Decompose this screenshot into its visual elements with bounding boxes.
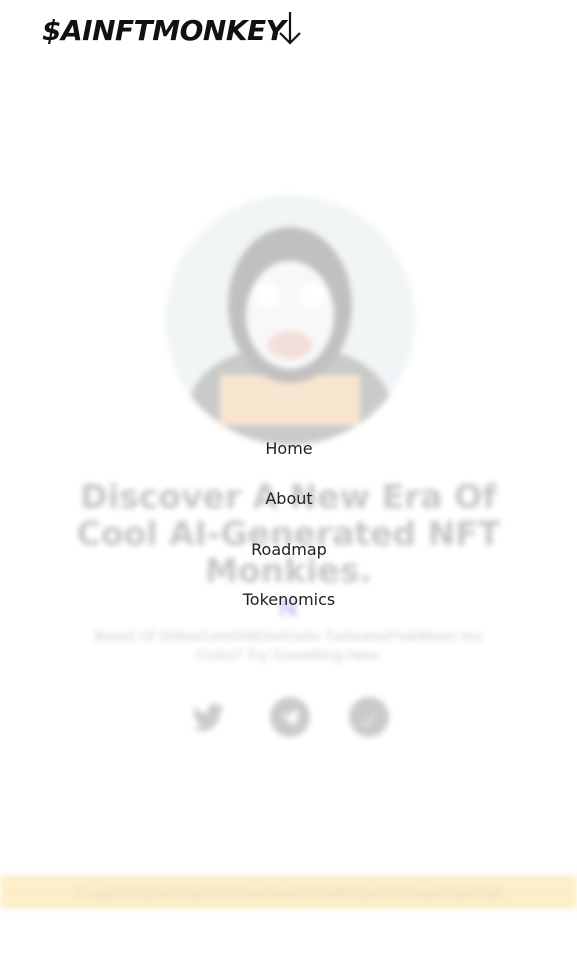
menu-toggle-button[interactable] bbox=[276, 10, 304, 46]
page-content-blurred: Discover A New Era Of Cool AI-Generated … bbox=[0, 70, 577, 971]
nav-item-about[interactable]: About bbox=[188, 489, 390, 508]
site-logo[interactable]: $AINFTMONKEY bbox=[42, 14, 286, 47]
monkey-avatar bbox=[165, 195, 415, 445]
nav-item-roadmap[interactable]: Roadmap bbox=[188, 540, 390, 559]
dex-icon bbox=[361, 709, 377, 727]
hero-subtitle: Bored Of ShibaCumGMElonKishu TurboAssFlo… bbox=[94, 628, 483, 664]
arrow-down-icon bbox=[279, 12, 301, 45]
twitter-icon bbox=[192, 703, 224, 731]
dex-link[interactable] bbox=[349, 697, 389, 737]
site-header: $AINFTMONKEY bbox=[0, 0, 577, 70]
nav-item-tokenomics[interactable]: Tokenomics bbox=[188, 590, 390, 609]
contract-address-bar[interactable]: CLugUb2GDj3oK8hpU8Jh3DwnCenterTPqUB2QwrT… bbox=[0, 875, 577, 909]
twitter-link[interactable] bbox=[188, 697, 228, 737]
nav-item-home[interactable]: Home bbox=[188, 439, 390, 458]
telegram-icon bbox=[280, 709, 299, 726]
telegram-link[interactable] bbox=[270, 697, 310, 737]
contract-address: CLugUb2GDj3oK8hpU8Jh3DwnCenterTPqUB2QwrT… bbox=[73, 884, 504, 900]
monkey-image bbox=[165, 195, 415, 445]
social-links bbox=[188, 697, 392, 739]
